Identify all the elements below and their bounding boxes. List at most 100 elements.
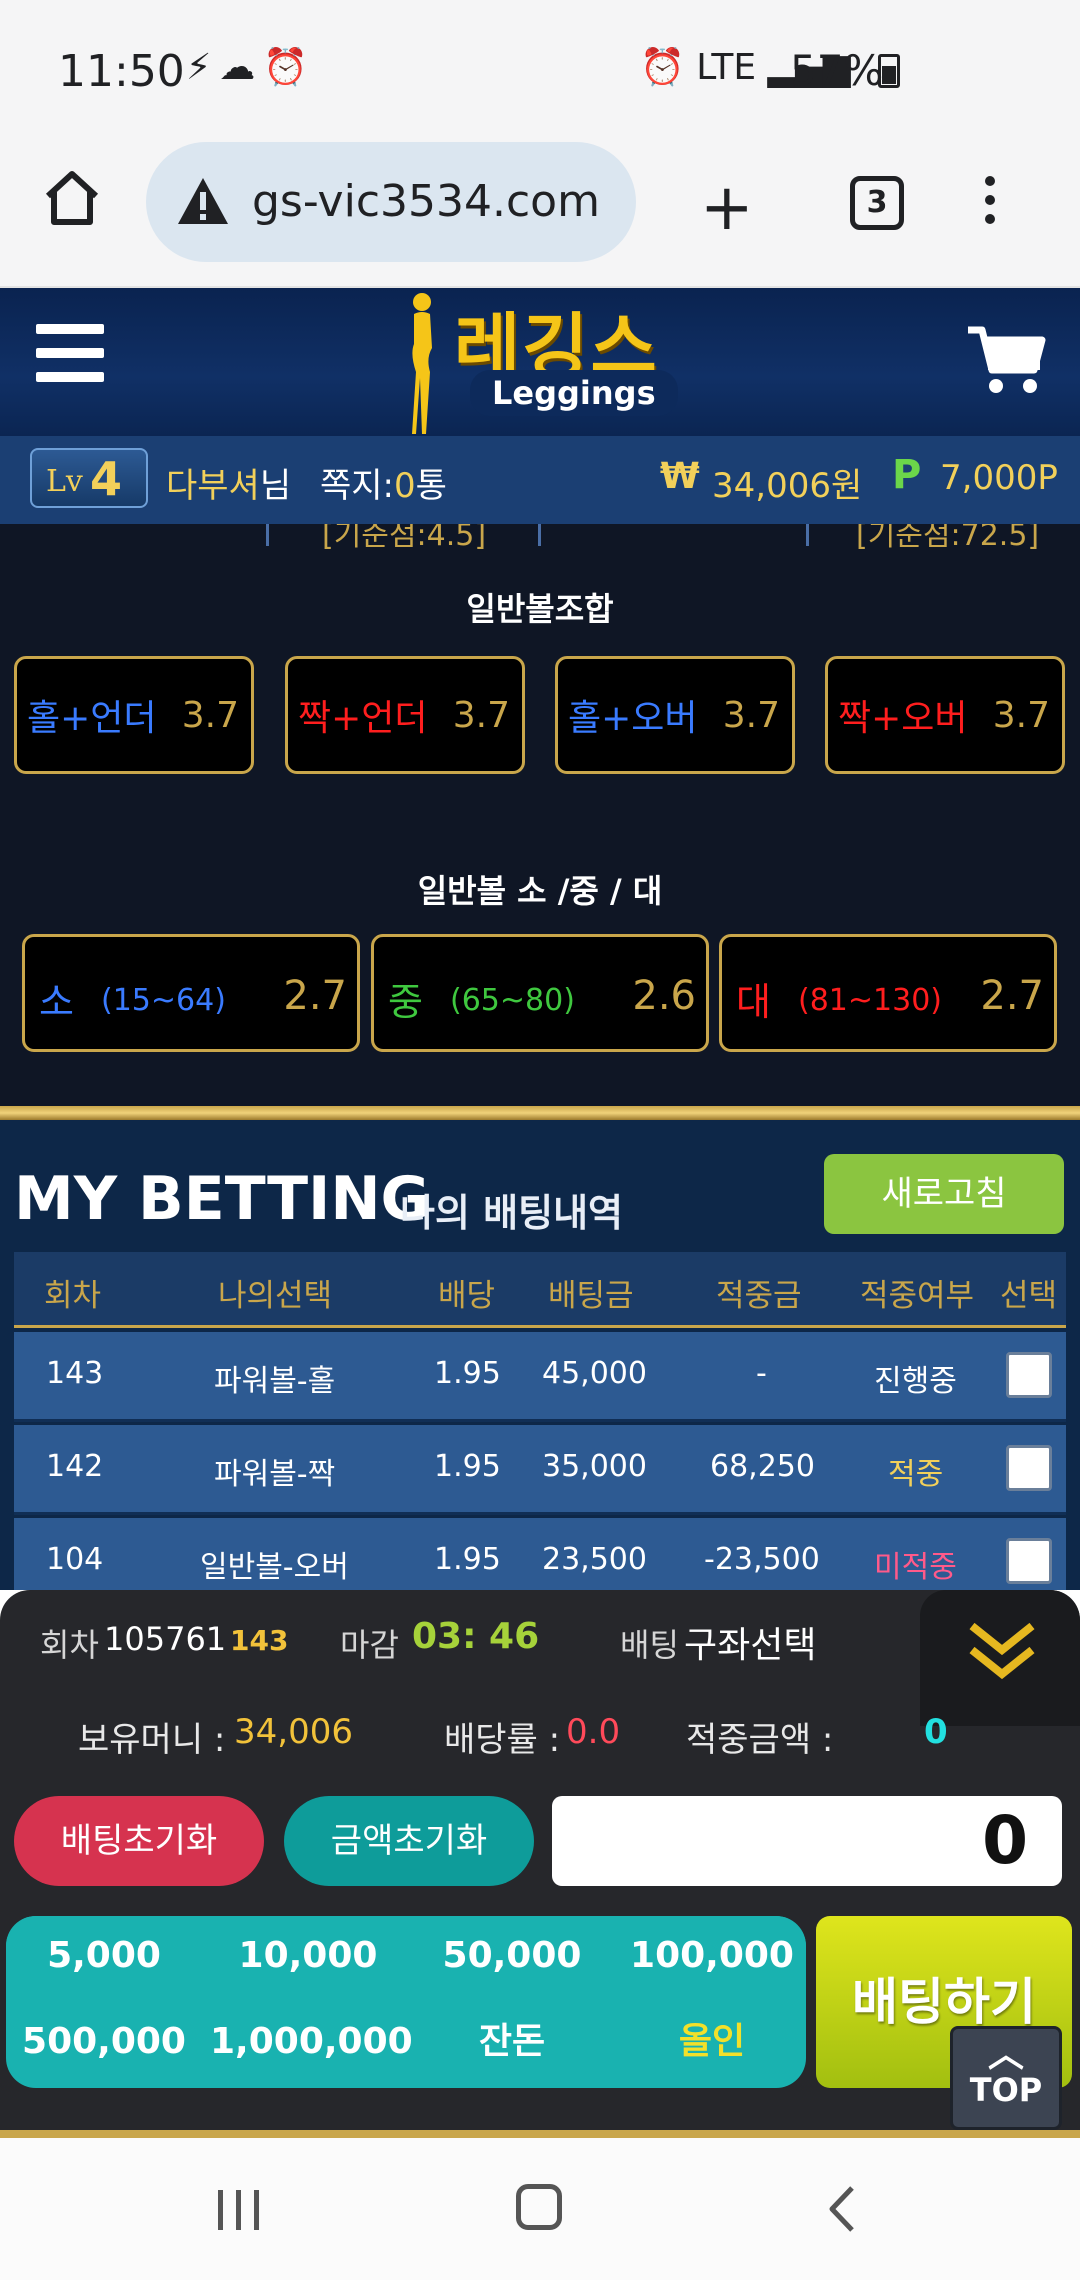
username-suffix: 님 <box>259 466 292 506</box>
refresh-button[interactable]: 새로고침 <box>824 1154 1064 1234</box>
address-bar[interactable]: gs-vic3534.com <box>146 142 636 262</box>
row-checkbox[interactable] <box>1006 1352 1052 1398</box>
row-amount: 45,000 <box>542 1356 647 1391</box>
scroll-top-button[interactable]: ︿ TOP <box>950 2026 1062 2130</box>
previous-row: [기준점:4.5] [기준점:72.5] <box>0 524 1080 553</box>
chip-change-button[interactable]: 잔돈 <box>414 2002 610 2082</box>
my-betting-subtitle: 나의 배팅내역 <box>400 1191 623 1235</box>
deadline-label: 마감 <box>340 1626 399 1664</box>
chip-500000-button[interactable]: 500,000 <box>6 2002 202 2082</box>
size-large-button[interactable]: 대 (81~130) 2.7 <box>719 934 1057 1052</box>
table-row: 142 파워볼-짝 1.95 35,000 68,250 적중 <box>14 1425 1066 1515</box>
messages-unit: 통 <box>415 466 447 506</box>
row-status: 적중 <box>888 1457 944 1492</box>
home-nav-icon[interactable] <box>516 2184 562 2230</box>
combo-label: 홀+언더 <box>27 698 157 739</box>
chip-10000-button[interactable]: 10,000 <box>210 1916 406 1996</box>
username[interactable]: 다부셔님 <box>166 458 291 507</box>
new-tab-button[interactable]: + <box>700 176 754 240</box>
bet-amount-input[interactable]: 0 <box>552 1796 1062 1886</box>
row-choice: 일반볼-오버 <box>200 1550 349 1585</box>
col-select: 선택 <box>1000 1278 1058 1314</box>
betting-table-header: 회차 나의선택 배당 배팅금 적중금 적중여부 선택 <box>14 1252 1066 1328</box>
messages-label: 쪽지: <box>320 466 395 506</box>
row-checkbox[interactable] <box>1006 1445 1052 1491</box>
level-number: 4 <box>90 452 123 506</box>
username-text: 다부셔 <box>166 466 260 506</box>
battery-percent: 57% <box>790 46 884 95</box>
bet-choice-value: 구좌선택 <box>684 1625 817 1666</box>
messages-link[interactable]: 쪽지:0통 <box>320 458 447 507</box>
row-odds: 1.95 <box>434 1356 501 1391</box>
col-status: 적중여부 <box>860 1278 975 1314</box>
chip-5000-button[interactable]: 5,000 <box>6 1916 202 1996</box>
section-divider <box>0 1106 1080 1120</box>
size-range: (15~64) <box>101 983 226 1018</box>
reset-bet-button[interactable]: 배팅초기화 <box>14 1796 264 1886</box>
col-choice: 나의선택 <box>218 1278 333 1314</box>
size-label: 중 <box>388 980 423 1024</box>
row-choice: 파워볼-홀 <box>214 1364 336 1399</box>
tab-switcher-button[interactable]: 3 <box>850 176 904 230</box>
size-range: (65~80) <box>450 983 575 1018</box>
bet-label: 배팅 <box>620 1626 679 1664</box>
table-row: 104 일반볼-오버 1.95 23,500 -23,500 미적중 <box>14 1518 1066 1590</box>
size-small-button[interactable]: 소 (15~64) 2.7 <box>22 934 360 1052</box>
top-label: TOP <box>969 2071 1043 2109</box>
combo-even-over-button[interactable]: 짝+오버 3.7 <box>825 656 1065 774</box>
combo-odd-over-button[interactable]: 홀+오버 3.7 <box>555 656 795 774</box>
col-round: 회차 <box>44 1278 102 1314</box>
more-menu-icon[interactable] <box>985 176 999 232</box>
size-medium-button[interactable]: 중 (65~80) 2.6 <box>371 934 709 1052</box>
row-amount: 35,000 <box>542 1449 647 1484</box>
chip-100000-button[interactable]: 100,000 <box>618 1916 806 1996</box>
cart-icon[interactable] <box>966 324 1046 396</box>
combo-odd-under-button[interactable]: 홀+언더 3.7 <box>14 656 254 774</box>
combo-label: 짝+오버 <box>838 698 968 739</box>
panel-bottom-border <box>0 2130 1080 2138</box>
row-win: -23,500 <box>704 1542 820 1577</box>
hamburger-menu-icon[interactable] <box>36 324 104 384</box>
points-icon: P <box>892 452 922 498</box>
home-icon[interactable] <box>40 166 104 230</box>
combo-odds: 3.7 <box>452 695 510 736</box>
combo-even-under-button[interactable]: 짝+언더 3.7 <box>285 656 525 774</box>
combo-odds: 3.7 <box>722 695 780 736</box>
deadline-value: 03: 46 <box>412 1616 540 1657</box>
back-icon[interactable] <box>826 2184 858 2234</box>
url-text[interactable]: gs-vic3534.com <box>252 176 600 227</box>
row-checkbox[interactable] <box>1006 1538 1052 1584</box>
combo-label: 홀+오버 <box>568 698 698 739</box>
reset-amount-button[interactable]: 금액초기화 <box>284 1796 534 1886</box>
size-odds: 2.7 <box>980 973 1044 1019</box>
win-value: 0 <box>924 1712 948 1752</box>
combo-odds: 3.7 <box>992 695 1050 736</box>
round-sub: 143 <box>230 1624 289 1657</box>
row-amount: 23,500 <box>542 1542 647 1577</box>
holding-label: 보유머니 : <box>78 1720 226 1760</box>
browser-toolbar: gs-vic3534.com + 3 <box>0 136 1080 288</box>
size-odds: 2.6 <box>632 973 696 1019</box>
combo-label: 짝+언더 <box>298 698 428 739</box>
betting-options: [기준점:4.5] [기준점:72.5] 일반볼조합 홀+언더 3.7 짝+언더… <box>0 524 1080 1114</box>
row-win: 68,250 <box>710 1449 815 1484</box>
site-header: 레깅스 Leggings <box>0 288 1080 436</box>
row-round: 143 <box>46 1356 104 1391</box>
status-time: 11:50 <box>58 46 185 97</box>
collapse-panel-button[interactable] <box>920 1590 1080 1726</box>
recent-apps-icon[interactable] <box>218 2190 262 2230</box>
warning-icon[interactable] <box>176 176 230 226</box>
level-badge: Lv 4 <box>30 448 148 508</box>
col-amount: 배팅금 <box>548 1278 634 1314</box>
logo-subtitle[interactable]: Leggings <box>470 370 678 416</box>
table-row: 143 파워볼-홀 1.95 45,000 - 진행중 <box>14 1332 1066 1422</box>
chip-50000-button[interactable]: 50,000 <box>414 1916 610 1996</box>
combo-section-title: 일반볼조합 <box>466 590 614 628</box>
battery-icon <box>878 54 900 88</box>
chip-1000000-button[interactable]: 1,000,000 <box>210 2002 413 2082</box>
chip-all-in-button[interactable]: 올인 <box>618 2002 806 2082</box>
rate-label: 배당률 : <box>444 1720 561 1760</box>
won-icon: ₩ <box>660 456 700 497</box>
round-value: 105761 <box>104 1620 227 1658</box>
round-label: 회차 <box>40 1626 99 1664</box>
